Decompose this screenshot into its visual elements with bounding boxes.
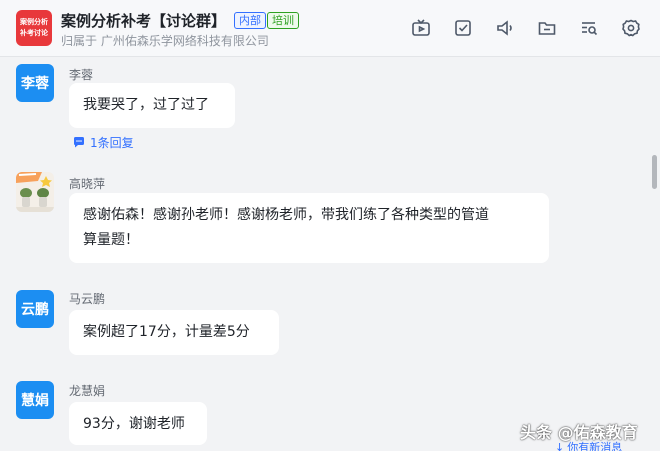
tv-icon[interactable] bbox=[410, 17, 432, 39]
group-avatar-line2: 补考讨论 bbox=[20, 29, 48, 37]
group-avatar[interactable]: 案例分析 补考讨论 bbox=[16, 10, 52, 46]
settings-icon[interactable] bbox=[620, 17, 642, 39]
message-bubble: 93分，谢谢老师 bbox=[69, 402, 207, 445]
folder-icon[interactable] bbox=[536, 17, 558, 39]
search-list-icon[interactable] bbox=[578, 17, 600, 39]
message-line: 算量题！ bbox=[83, 232, 139, 248]
new-message-indicator[interactable]: ↓ 你有新消息 bbox=[555, 440, 622, 451]
arrow-down-icon: ↓ bbox=[555, 440, 565, 451]
training-tag: 培训 bbox=[267, 12, 299, 29]
new-message-label: 你有新消息 bbox=[567, 441, 623, 451]
reply-count-link[interactable]: 1条回复 bbox=[72, 134, 134, 150]
sender-name: 李蓉 bbox=[69, 68, 94, 82]
avatar[interactable]: 云鹏 bbox=[16, 290, 54, 328]
chat-header: 案例分析 补考讨论 案例分析补考【讨论群】 内部 培训 归属于 广州佑森乐学网络… bbox=[0, 0, 660, 57]
message-line: 感谢佑森！感谢孙老师！感谢杨老师，带我们练了各种类型的管道 bbox=[83, 207, 489, 223]
message-bubble: 我要哭了，过了过了 bbox=[69, 83, 235, 128]
sender-name: 龙慧娟 bbox=[69, 384, 106, 398]
scrollbar-thumb[interactable] bbox=[652, 155, 657, 189]
message-bubble: 案例超了17分，计量差5分 bbox=[69, 310, 279, 355]
group-title[interactable]: 案例分析补考【讨论群】 bbox=[61, 10, 226, 31]
message-bubble: 感谢佑森！感谢孙老师！感谢杨老师，带我们练了各种类型的管道 算量题！ bbox=[69, 193, 549, 263]
avatar[interactable]: 李蓉 bbox=[16, 64, 54, 102]
avatar[interactable]: 慧娟 bbox=[16, 381, 54, 419]
avatar[interactable] bbox=[16, 172, 54, 212]
group-organization: 归属于 广州佑森乐学网络科技有限公司 bbox=[61, 34, 269, 48]
reply-icon bbox=[74, 137, 84, 148]
sender-name: 马云鹏 bbox=[69, 292, 106, 306]
group-avatar-line1: 案例分析 bbox=[20, 18, 48, 26]
reply-count-label: 1条回复 bbox=[90, 135, 134, 150]
announcement-icon[interactable] bbox=[494, 17, 516, 39]
checkbox-icon[interactable] bbox=[452, 17, 474, 39]
internal-tag: 内部 bbox=[234, 12, 266, 29]
sender-name: 高晓萍 bbox=[69, 177, 106, 191]
